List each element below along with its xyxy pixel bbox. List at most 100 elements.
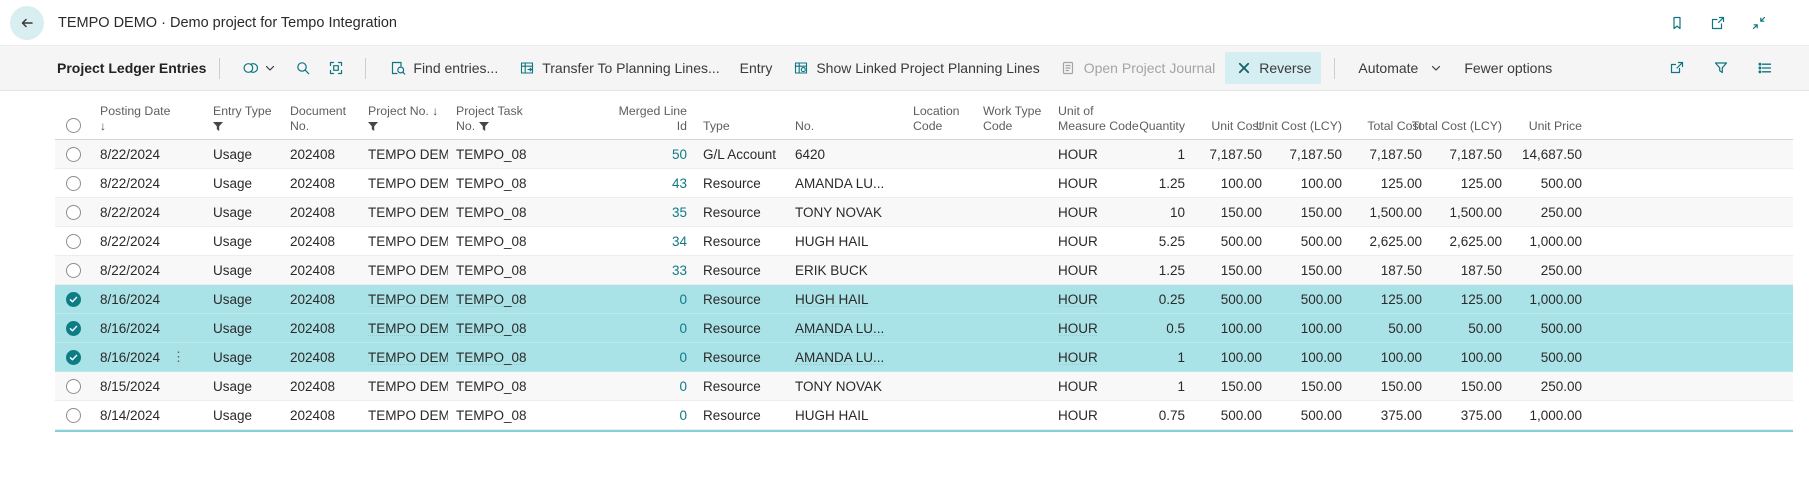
views-button[interactable]	[233, 52, 286, 84]
column-header-entry-type[interactable]: Entry Type	[205, 104, 282, 134]
automate-menu-button[interactable]: Automate	[1348, 52, 1454, 84]
unit-of-measure-code-cell[interactable]: HOUR	[1050, 379, 1135, 394]
find-entries-button[interactable]: Find entries...	[379, 52, 508, 84]
no-cell[interactable]: HUGH HAIL	[787, 408, 905, 423]
unit-of-measure-code-cell[interactable]: HOUR	[1050, 263, 1135, 278]
no-cell[interactable]: AMANDA LU...	[787, 350, 905, 365]
no-cell[interactable]: HUGH HAIL	[787, 292, 905, 307]
project-task-no-cell[interactable]: TEMPO_08	[448, 263, 540, 278]
posting-date-cell[interactable]: 8/22/2024	[92, 176, 205, 191]
table-row[interactable]: 8/22/2024Usage202408TEMPO DEMOTEMPO_0843…	[55, 169, 1793, 198]
project-no-cell[interactable]: TEMPO DEMO	[360, 379, 448, 394]
merged-line-id-cell[interactable]: 33	[540, 263, 695, 278]
table-row[interactable]: 8/22/2024Usage202408TEMPO DEMOTEMPO_0835…	[55, 198, 1793, 227]
project-no-cell[interactable]: TEMPO DEMO	[360, 147, 448, 162]
select-all-checkbox[interactable]	[66, 118, 81, 133]
share-icon[interactable]	[1668, 60, 1685, 77]
posting-date-cell[interactable]: 8/22/2024	[92, 205, 205, 220]
search-button[interactable]	[286, 52, 319, 84]
transfer-to-planning-lines-button[interactable]: Transfer To Planning Lines...	[508, 52, 729, 84]
column-header-type[interactable]: Type	[695, 119, 787, 134]
row-options-icon[interactable]: ⋮	[172, 349, 185, 365]
no-cell[interactable]: TONY NOVAK	[787, 379, 905, 394]
table-row[interactable]: 8/22/2024Usage202408TEMPO DEMOTEMPO_0833…	[55, 256, 1793, 285]
row-checkbox[interactable]	[66, 292, 81, 307]
column-header-document-no[interactable]: DocumentNo.	[282, 104, 360, 134]
row-checkbox[interactable]	[66, 263, 81, 278]
project-no-cell[interactable]: TEMPO DEMO	[360, 321, 448, 336]
project-no-cell[interactable]: TEMPO DEMO	[360, 176, 448, 191]
column-header-quantity[interactable]: Quantity	[1135, 119, 1193, 134]
posting-date-cell[interactable]: 8/22/2024	[92, 263, 205, 278]
list-icon[interactable]	[1756, 60, 1773, 77]
unit-of-measure-code-cell[interactable]: HOUR	[1050, 408, 1135, 423]
unit-of-measure-code-cell[interactable]: HOUR	[1050, 350, 1135, 365]
project-no-cell[interactable]: TEMPO DEMO	[360, 292, 448, 307]
table-row[interactable]: 8/16/2024Usage202408TEMPO DEMOTEMPO_080R…	[55, 285, 1793, 314]
entry-menu-button[interactable]: Entry	[730, 52, 783, 84]
row-checkbox[interactable]	[66, 176, 81, 191]
project-no-cell[interactable]: TEMPO DEMO	[360, 350, 448, 365]
merged-line-id-cell[interactable]: 0	[540, 350, 695, 365]
merged-line-id-cell[interactable]: 35	[540, 205, 695, 220]
row-checkbox[interactable]	[66, 379, 81, 394]
unit-of-measure-code-cell[interactable]: HOUR	[1050, 176, 1135, 191]
no-cell[interactable]: 6420	[787, 147, 905, 162]
row-checkbox[interactable]	[66, 321, 81, 336]
column-header-unit-of-measure-code[interactable]: Unit ofMeasure Code	[1050, 104, 1135, 134]
project-no-cell[interactable]: TEMPO DEMO	[360, 263, 448, 278]
column-header-posting-date[interactable]: Posting Date↓	[92, 104, 205, 134]
project-task-no-cell[interactable]: TEMPO_08	[448, 379, 540, 394]
column-header-merged-line-id[interactable]: Merged LineId	[540, 104, 695, 134]
project-no-cell[interactable]: TEMPO DEMO	[360, 408, 448, 423]
unit-of-measure-code-cell[interactable]: HOUR	[1050, 292, 1135, 307]
column-header-project-no[interactable]: Project No. ↓	[360, 104, 448, 134]
column-header-no[interactable]: No.	[787, 119, 905, 134]
table-row[interactable]: 8/16/2024Usage202408TEMPO DEMOTEMPO_080R…	[55, 314, 1793, 343]
row-checkbox[interactable]	[66, 234, 81, 249]
fewer-options-button[interactable]: Fewer options	[1454, 52, 1562, 84]
no-cell[interactable]: ERIK BUCK	[787, 263, 905, 278]
no-cell[interactable]: AMANDA LU...	[787, 176, 905, 191]
project-task-no-cell[interactable]: TEMPO_08	[448, 205, 540, 220]
project-task-no-cell[interactable]: TEMPO_08	[448, 408, 540, 423]
unit-of-measure-code-cell[interactable]: HOUR	[1050, 234, 1135, 249]
merged-line-id-cell[interactable]: 0	[540, 321, 695, 336]
project-no-cell[interactable]: TEMPO DEMO	[360, 205, 448, 220]
unit-of-measure-code-cell[interactable]: HOUR	[1050, 321, 1135, 336]
no-cell[interactable]: TONY NOVAK	[787, 205, 905, 220]
posting-date-cell[interactable]: 8/22/2024	[92, 234, 205, 249]
column-header-work-type-code[interactable]: Work TypeCode	[975, 104, 1050, 134]
no-cell[interactable]: AMANDA LU...	[787, 321, 905, 336]
bookmark-icon[interactable]	[1668, 14, 1685, 31]
merged-line-id-cell[interactable]: 50	[540, 147, 695, 162]
unit-of-measure-code-cell[interactable]: HOUR	[1050, 205, 1135, 220]
merged-line-id-cell[interactable]: 0	[540, 408, 695, 423]
back-button[interactable]	[10, 6, 44, 40]
posting-date-cell[interactable]: 8/16/2024⋮	[92, 349, 205, 365]
focus-mode-button[interactable]	[319, 52, 352, 84]
row-checkbox[interactable]	[66, 147, 81, 162]
table-row[interactable]: 8/14/2024Usage202408TEMPO DEMOTEMPO_080R…	[55, 401, 1793, 430]
posting-date-cell[interactable]: 8/16/2024	[92, 292, 205, 307]
merged-line-id-cell[interactable]: 0	[540, 292, 695, 307]
reverse-button[interactable]: Reverse	[1225, 52, 1321, 84]
project-no-cell[interactable]: TEMPO DEMO	[360, 234, 448, 249]
column-header-project-task-no[interactable]: Project TaskNo.	[448, 104, 540, 134]
project-task-no-cell[interactable]: TEMPO_08	[448, 147, 540, 162]
open-in-new-window-icon[interactable]	[1709, 14, 1726, 31]
column-header-unit-price[interactable]: Unit Price	[1510, 119, 1590, 134]
row-checkbox[interactable]	[66, 350, 81, 365]
project-task-no-cell[interactable]: TEMPO_08	[448, 350, 540, 365]
column-header-total-cost-lcy[interactable]: Total Cost (LCY)	[1430, 119, 1510, 134]
project-task-no-cell[interactable]: TEMPO_08	[448, 234, 540, 249]
posting-date-cell[interactable]: 8/22/2024	[92, 147, 205, 162]
table-row[interactable]: 8/22/2024Usage202408TEMPO DEMOTEMPO_0834…	[55, 227, 1793, 256]
column-header-unit-cost-lcy[interactable]: Unit Cost (LCY)	[1270, 119, 1350, 134]
posting-date-cell[interactable]: 8/14/2024	[92, 408, 205, 423]
column-header-location-code[interactable]: LocationCode	[905, 104, 975, 134]
posting-date-cell[interactable]: 8/15/2024	[92, 379, 205, 394]
project-task-no-cell[interactable]: TEMPO_08	[448, 292, 540, 307]
merged-line-id-cell[interactable]: 43	[540, 176, 695, 191]
collapse-icon[interactable]	[1750, 14, 1767, 31]
